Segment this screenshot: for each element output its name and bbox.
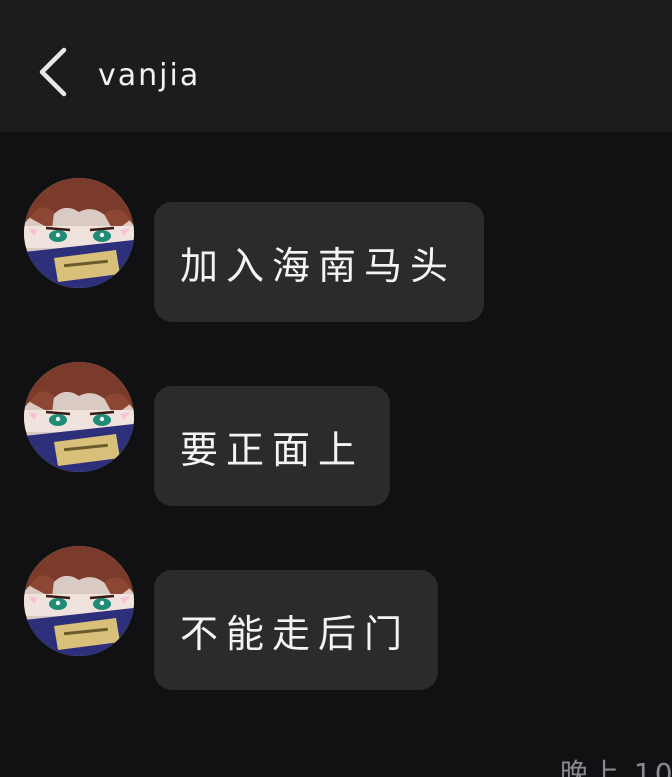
avatar-image (24, 362, 134, 472)
avatar-image (24, 546, 134, 656)
message-text: 不能走后门 (180, 611, 411, 656)
message-text: 加入海南马头 (180, 243, 457, 288)
message-bubble[interactable]: 加入海南马头 (154, 202, 484, 322)
avatar[interactable] (24, 178, 134, 288)
chat-title[interactable]: vanjia (98, 56, 200, 96)
chat-header: vanjia (0, 0, 672, 132)
message-list[interactable]: 加入海南马头 要正面上 不能走后门 (0, 132, 672, 777)
avatar-image (24, 178, 134, 288)
avatar[interactable] (24, 546, 134, 656)
chevron-left-icon (39, 47, 67, 97)
message-bubble[interactable]: 不能走后门 (154, 570, 438, 690)
message-bubble[interactable]: 要正面上 (154, 386, 390, 506)
message-timestamp: 晚上 10 (560, 757, 672, 777)
avatar[interactable] (24, 362, 134, 472)
back-button[interactable] (30, 44, 80, 100)
chat-screen: vanjia 加入海南马头 要正面上 不能走后门 晚上 10 (0, 0, 672, 777)
message-text: 要正面上 (180, 427, 365, 472)
